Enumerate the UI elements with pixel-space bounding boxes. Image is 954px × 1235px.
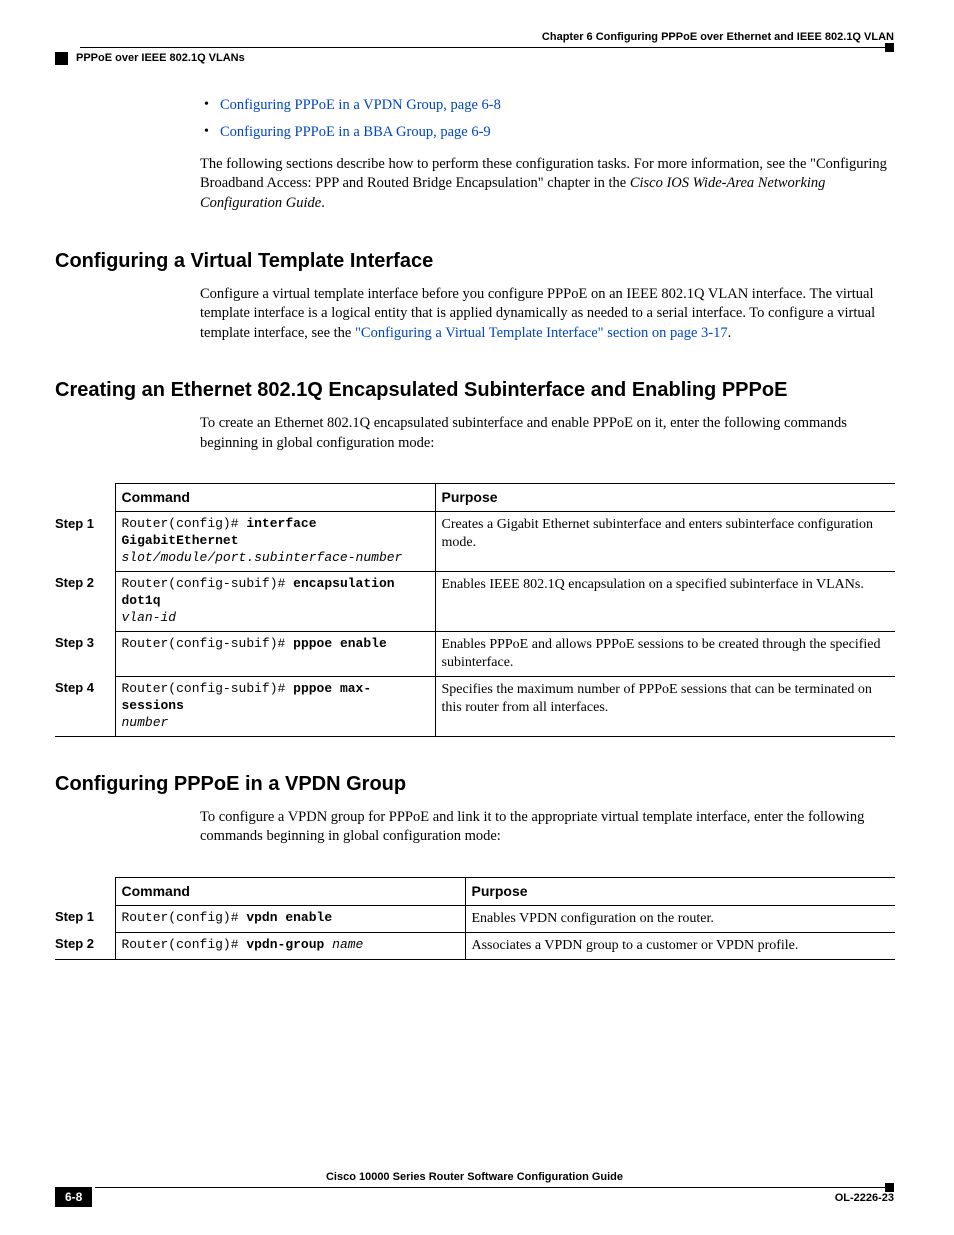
- step-label: Step 4: [55, 676, 115, 736]
- heading-vpdn: Configuring PPPoE in a VPDN Group: [55, 771, 894, 798]
- intro-text-c: .: [321, 195, 325, 211]
- command-cell: Router(config)# vpdn-group name: [115, 932, 465, 959]
- header-chapter-text: Chapter 6 Configuring PPPoE over Etherne…: [542, 30, 894, 45]
- page-number-badge: 6-8: [55, 1187, 92, 1207]
- table-row: Step 2 Router(config-subif)# encapsulati…: [55, 571, 895, 631]
- table-subinterface-commands: Command Purpose Step 1 Router(config)# i…: [55, 483, 895, 736]
- step-label: Step 2: [55, 571, 115, 631]
- doc-id: OL-2226-23: [835, 1191, 894, 1206]
- purpose-cell: Enables IEEE 802.1Q encapsulation on a s…: [435, 571, 895, 631]
- link-vt-section[interactable]: "Configuring a Virtual Template Interfac…: [355, 325, 728, 341]
- header-section: PPPoE over IEEE 802.1Q VLANs: [55, 51, 894, 66]
- sub-block: To create an Ethernet 802.1Q encapsulate…: [200, 414, 894, 453]
- purpose-cell: Specifies the maximum number of PPPoE se…: [435, 676, 895, 736]
- table2-header-blank: [55, 877, 115, 905]
- purpose-cell: Enables VPDN configuration on the router…: [465, 905, 895, 932]
- command-cell: Router(config-subif)# encapsulation dot1…: [115, 571, 435, 631]
- step-label: Step 2: [55, 932, 115, 959]
- header-chapter: Chapter 6 Configuring PPPoE over Etherne…: [55, 30, 894, 45]
- command-cell: Router(config)# vpdn enable: [115, 905, 465, 932]
- command-cell: Router(config-subif)# pppoe enable: [115, 631, 435, 676]
- header-section-text: PPPoE over IEEE 802.1Q VLANs: [76, 51, 245, 66]
- step-label: Step 1: [55, 512, 115, 572]
- link-bba-group[interactable]: Configuring PPPoE in a BBA Group, page 6…: [220, 124, 491, 140]
- page-footer: Cisco 10000 Series Router Software Confi…: [55, 1170, 894, 1207]
- table2-header-command: Command: [115, 877, 465, 905]
- footer-title: Cisco 10000 Series Router Software Confi…: [55, 1170, 894, 1185]
- table-row: Step 3 Router(config-subif)# pppoe enabl…: [55, 631, 895, 676]
- purpose-cell: Associates a VPDN group to a customer or…: [465, 932, 895, 959]
- vpdn-paragraph: To configure a VPDN group for PPPoE and …: [200, 808, 894, 847]
- heading-subinterface: Creating an Ethernet 802.1Q Encapsulated…: [55, 377, 894, 404]
- bullet-vpdn-link-item: Configuring PPPoE in a VPDN Group, page …: [200, 96, 894, 116]
- step-label: Step 3: [55, 631, 115, 676]
- table-row: Step 2 Router(config)# vpdn-group name A…: [55, 932, 895, 959]
- command-cell: Router(config)# interface GigabitEtherne…: [115, 512, 435, 572]
- table1-header-purpose: Purpose: [435, 484, 895, 512]
- heading-virtual-template: Configuring a Virtual Template Interface: [55, 248, 894, 275]
- command-cell: Router(config-subif)# pppoe max-sessions…: [115, 676, 435, 736]
- sub-paragraph: To create an Ethernet 802.1Q encapsulate…: [200, 414, 894, 453]
- vpdn-block: To configure a VPDN group for PPPoE and …: [200, 808, 894, 847]
- bullet-bba-link-item: Configuring PPPoE in a BBA Group, page 6…: [200, 123, 894, 143]
- vt-block: Configure a virtual template interface b…: [200, 285, 894, 344]
- table-row: Step 1 Router(config)# interface Gigabit…: [55, 512, 895, 572]
- link-vpdn-group[interactable]: Configuring PPPoE in a VPDN Group, page …: [220, 97, 501, 113]
- header-rule: [80, 47, 894, 48]
- vt-text-c: .: [728, 325, 732, 341]
- intro-paragraph: The following sections describe how to p…: [200, 155, 894, 214]
- vt-paragraph: Configure a virtual template interface b…: [200, 285, 894, 344]
- table1-header-blank: [55, 484, 115, 512]
- step-label: Step 1: [55, 905, 115, 932]
- footer-rule: [95, 1187, 894, 1188]
- table-row: Step 4 Router(config-subif)# pppoe max-s…: [55, 676, 895, 736]
- intro-block: Configuring PPPoE in a VPDN Group, page …: [200, 96, 894, 214]
- purpose-cell: Enables PPPoE and allows PPPoE sessions …: [435, 631, 895, 676]
- intro-bullets: Configuring PPPoE in a VPDN Group, page …: [200, 96, 894, 143]
- table2-header-purpose: Purpose: [465, 877, 895, 905]
- purpose-cell: Creates a Gigabit Ethernet subinterface …: [435, 512, 895, 572]
- table-vpdn-commands: Command Purpose Step 1 Router(config)# v…: [55, 877, 895, 960]
- table1-header-command: Command: [115, 484, 435, 512]
- header-square-icon: [55, 52, 68, 65]
- table-row: Step 1 Router(config)# vpdn enable Enabl…: [55, 905, 895, 932]
